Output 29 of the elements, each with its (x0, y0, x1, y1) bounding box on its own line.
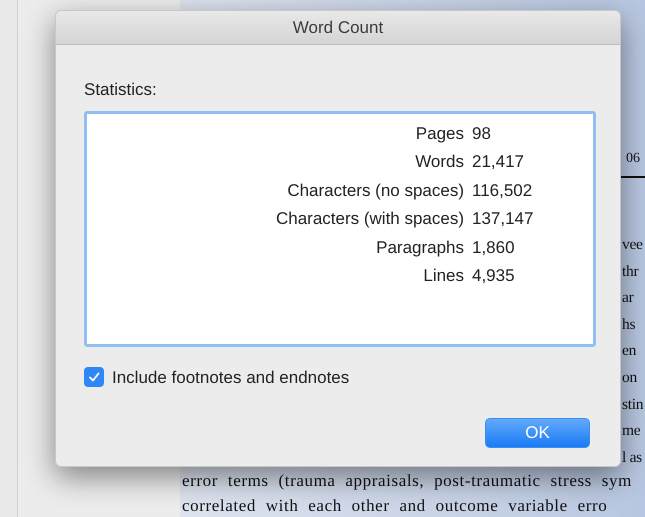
text-fragment: on (622, 368, 637, 388)
stat-value: 21,417 (472, 151, 524, 173)
stat-name: Pages (414, 122, 465, 144)
text-fragment: l as (622, 448, 642, 468)
stat-name: Characters (no spaces) (286, 180, 465, 202)
statistics-label: Statistics: (84, 79, 158, 101)
check-icon (88, 371, 100, 384)
text-fragment: stin (622, 394, 644, 415)
text-fragment: en (622, 341, 636, 362)
text-line: error terms (trauma appraisals, post-traumatic stress sym (182, 470, 632, 492)
text-fragment: me (622, 421, 640, 442)
window-title: Word Count (292, 16, 384, 39)
stat-value: 98 (472, 122, 491, 144)
stat-value: 1,860 (472, 236, 515, 258)
checkbox-label[interactable]: Include footnotes and endnotes (112, 364, 350, 390)
stat-name: Paragraphs (375, 236, 465, 258)
stat-name: Lines (422, 265, 465, 287)
stat-value: 137,147 (472, 208, 534, 230)
stat-value: 4,935 (472, 265, 515, 287)
stat-name: Words (414, 151, 465, 173)
text-fragment: hs (622, 314, 636, 335)
figure-label: 06 (626, 150, 640, 168)
stat-name: Characters (with spaces) (274, 208, 465, 230)
stat-value: 116,502 (472, 180, 532, 202)
text-fragment: thr (622, 262, 638, 282)
text-fragment: ar (622, 288, 634, 308)
text-fragment: vee (622, 235, 643, 255)
text-line: correlated with each other and outcome variable erro (182, 495, 608, 517)
checkbox[interactable] (84, 367, 104, 388)
